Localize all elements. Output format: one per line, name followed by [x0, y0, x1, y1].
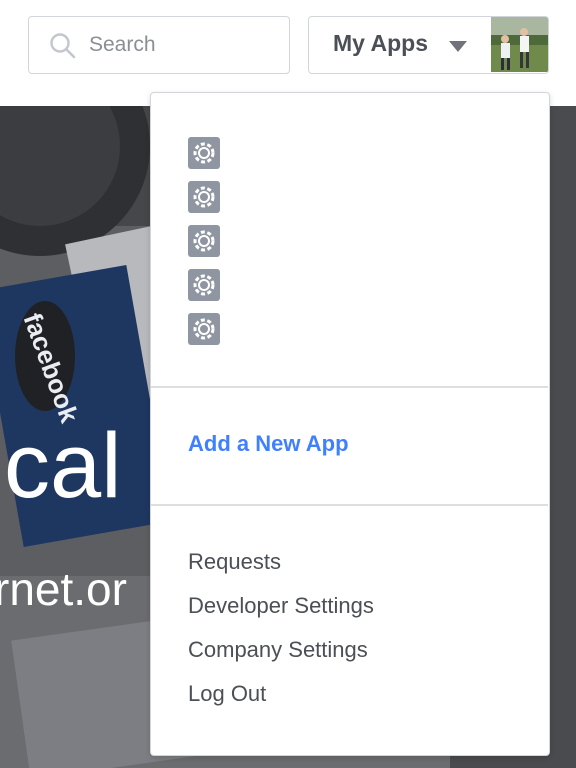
- dropdown-divider: [151, 386, 548, 388]
- hero-subheading: rnet.or: [0, 563, 127, 615]
- gear-icon[interactable]: [188, 137, 220, 169]
- hero-heading: cal: [4, 415, 122, 517]
- menu-item-log-out[interactable]: Log Out: [188, 681, 266, 707]
- search-icon: [50, 33, 76, 59]
- chevron-down-icon: [449, 41, 467, 52]
- my-apps-label: My Apps: [333, 30, 428, 56]
- gear-icon[interactable]: [188, 269, 220, 301]
- search-input[interactable]: [87, 17, 281, 73]
- menu-item-requests[interactable]: Requests: [188, 549, 281, 575]
- gear-icon[interactable]: [188, 181, 220, 213]
- top-bar: My Apps: [0, 0, 576, 106]
- my-apps-button[interactable]: My Apps: [308, 16, 549, 74]
- search-box[interactable]: [28, 16, 290, 74]
- menu-item-company-settings[interactable]: Company Settings: [188, 637, 368, 663]
- my-apps-dropdown: Add a New App Requests Developer Setting…: [150, 92, 550, 756]
- gear-icon[interactable]: [188, 225, 220, 257]
- menu-item-developer-settings[interactable]: Developer Settings: [188, 593, 374, 619]
- add-new-app-link[interactable]: Add a New App: [188, 431, 349, 457]
- avatar[interactable]: [491, 17, 548, 72]
- dropdown-divider: [151, 504, 548, 506]
- gear-icon[interactable]: [188, 313, 220, 345]
